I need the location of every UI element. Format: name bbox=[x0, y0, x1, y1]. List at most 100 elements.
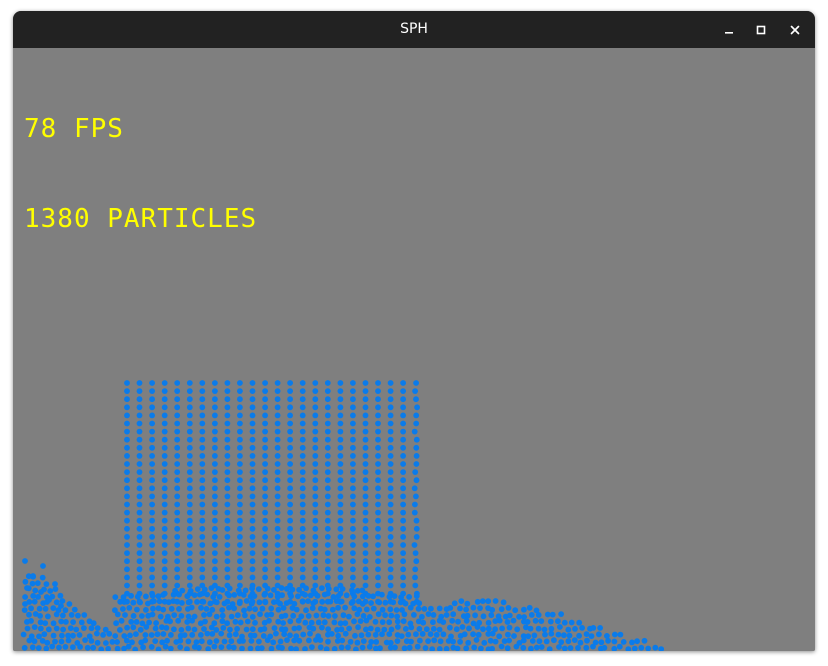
particle bbox=[287, 534, 293, 540]
particle bbox=[476, 619, 483, 626]
particle bbox=[179, 587, 186, 594]
particle bbox=[82, 637, 88, 643]
particle bbox=[321, 591, 328, 598]
particle bbox=[379, 619, 386, 625]
particle bbox=[325, 638, 331, 645]
particle bbox=[139, 613, 145, 619]
simulation-canvas[interactable]: 78 FPS 1380 PARTICLES bbox=[13, 48, 815, 651]
particle bbox=[249, 453, 256, 459]
maximize-button[interactable] bbox=[750, 19, 772, 41]
close-button[interactable] bbox=[784, 19, 806, 41]
particle bbox=[576, 619, 583, 626]
particle bbox=[237, 501, 243, 508]
particle bbox=[470, 604, 477, 611]
particle bbox=[337, 420, 344, 427]
particle bbox=[221, 638, 228, 645]
particle bbox=[185, 638, 192, 645]
particle bbox=[414, 643, 421, 650]
particle bbox=[224, 493, 231, 500]
particle bbox=[362, 534, 369, 540]
particle bbox=[330, 594, 337, 600]
particle bbox=[299, 396, 306, 403]
particle bbox=[641, 637, 648, 644]
particle bbox=[274, 525, 281, 532]
particle bbox=[350, 436, 356, 443]
particle bbox=[305, 598, 311, 604]
particle bbox=[449, 617, 456, 624]
particle bbox=[279, 645, 285, 651]
particle bbox=[362, 509, 369, 516]
particle bbox=[171, 626, 177, 633]
particle bbox=[255, 586, 262, 592]
particle bbox=[289, 586, 296, 593]
particle bbox=[174, 582, 181, 589]
particle bbox=[278, 585, 285, 591]
particle bbox=[37, 613, 43, 619]
particle bbox=[191, 592, 198, 598]
particle bbox=[616, 643, 623, 650]
particle bbox=[512, 607, 519, 614]
particle bbox=[136, 461, 143, 467]
particle bbox=[337, 509, 344, 516]
particle bbox=[161, 566, 168, 573]
minimize-icon bbox=[725, 32, 733, 34]
title-bar[interactable]: SPH bbox=[13, 11, 815, 48]
particle bbox=[161, 388, 168, 394]
particle bbox=[359, 593, 366, 600]
particle bbox=[128, 618, 135, 625]
particle bbox=[412, 469, 419, 475]
particle bbox=[350, 469, 356, 475]
particle bbox=[199, 412, 206, 419]
particle bbox=[354, 639, 361, 646]
particle bbox=[425, 638, 431, 644]
particle bbox=[274, 428, 281, 435]
particle bbox=[312, 420, 319, 427]
particle bbox=[236, 600, 243, 607]
particle bbox=[351, 618, 357, 625]
particle-counter: 1380 PARTICLES bbox=[24, 204, 258, 234]
particle bbox=[427, 631, 434, 637]
particle bbox=[387, 388, 394, 394]
particle bbox=[324, 453, 331, 459]
particle bbox=[351, 593, 358, 600]
particle bbox=[136, 396, 143, 403]
particle bbox=[262, 436, 268, 443]
particle bbox=[221, 600, 228, 607]
particle bbox=[362, 428, 369, 435]
particle bbox=[136, 517, 143, 524]
minimize-button[interactable] bbox=[718, 19, 740, 41]
particle bbox=[598, 639, 605, 646]
particle bbox=[387, 574, 394, 581]
particle bbox=[232, 618, 239, 625]
particle bbox=[224, 428, 231, 435]
particle bbox=[387, 420, 394, 427]
particle bbox=[228, 613, 235, 620]
particle bbox=[137, 626, 144, 633]
particle bbox=[161, 380, 168, 386]
particle bbox=[124, 624, 130, 631]
particle bbox=[536, 638, 543, 645]
particle bbox=[211, 643, 218, 650]
particle bbox=[267, 592, 274, 599]
particle bbox=[365, 631, 372, 638]
particle bbox=[387, 436, 394, 443]
particle bbox=[375, 501, 381, 508]
particle bbox=[24, 625, 31, 632]
particle bbox=[268, 605, 275, 612]
particle bbox=[204, 591, 211, 598]
particle bbox=[331, 646, 338, 651]
particle bbox=[168, 632, 174, 638]
particle bbox=[413, 412, 420, 419]
particle bbox=[400, 542, 406, 548]
particle bbox=[387, 525, 394, 532]
particle bbox=[387, 639, 394, 646]
particle bbox=[204, 630, 211, 637]
particle bbox=[588, 633, 595, 639]
particle bbox=[224, 444, 231, 451]
particle bbox=[117, 627, 123, 633]
particle bbox=[274, 517, 281, 524]
particle bbox=[413, 534, 420, 540]
particle bbox=[274, 444, 281, 451]
particle bbox=[112, 594, 119, 600]
particle bbox=[267, 633, 274, 640]
